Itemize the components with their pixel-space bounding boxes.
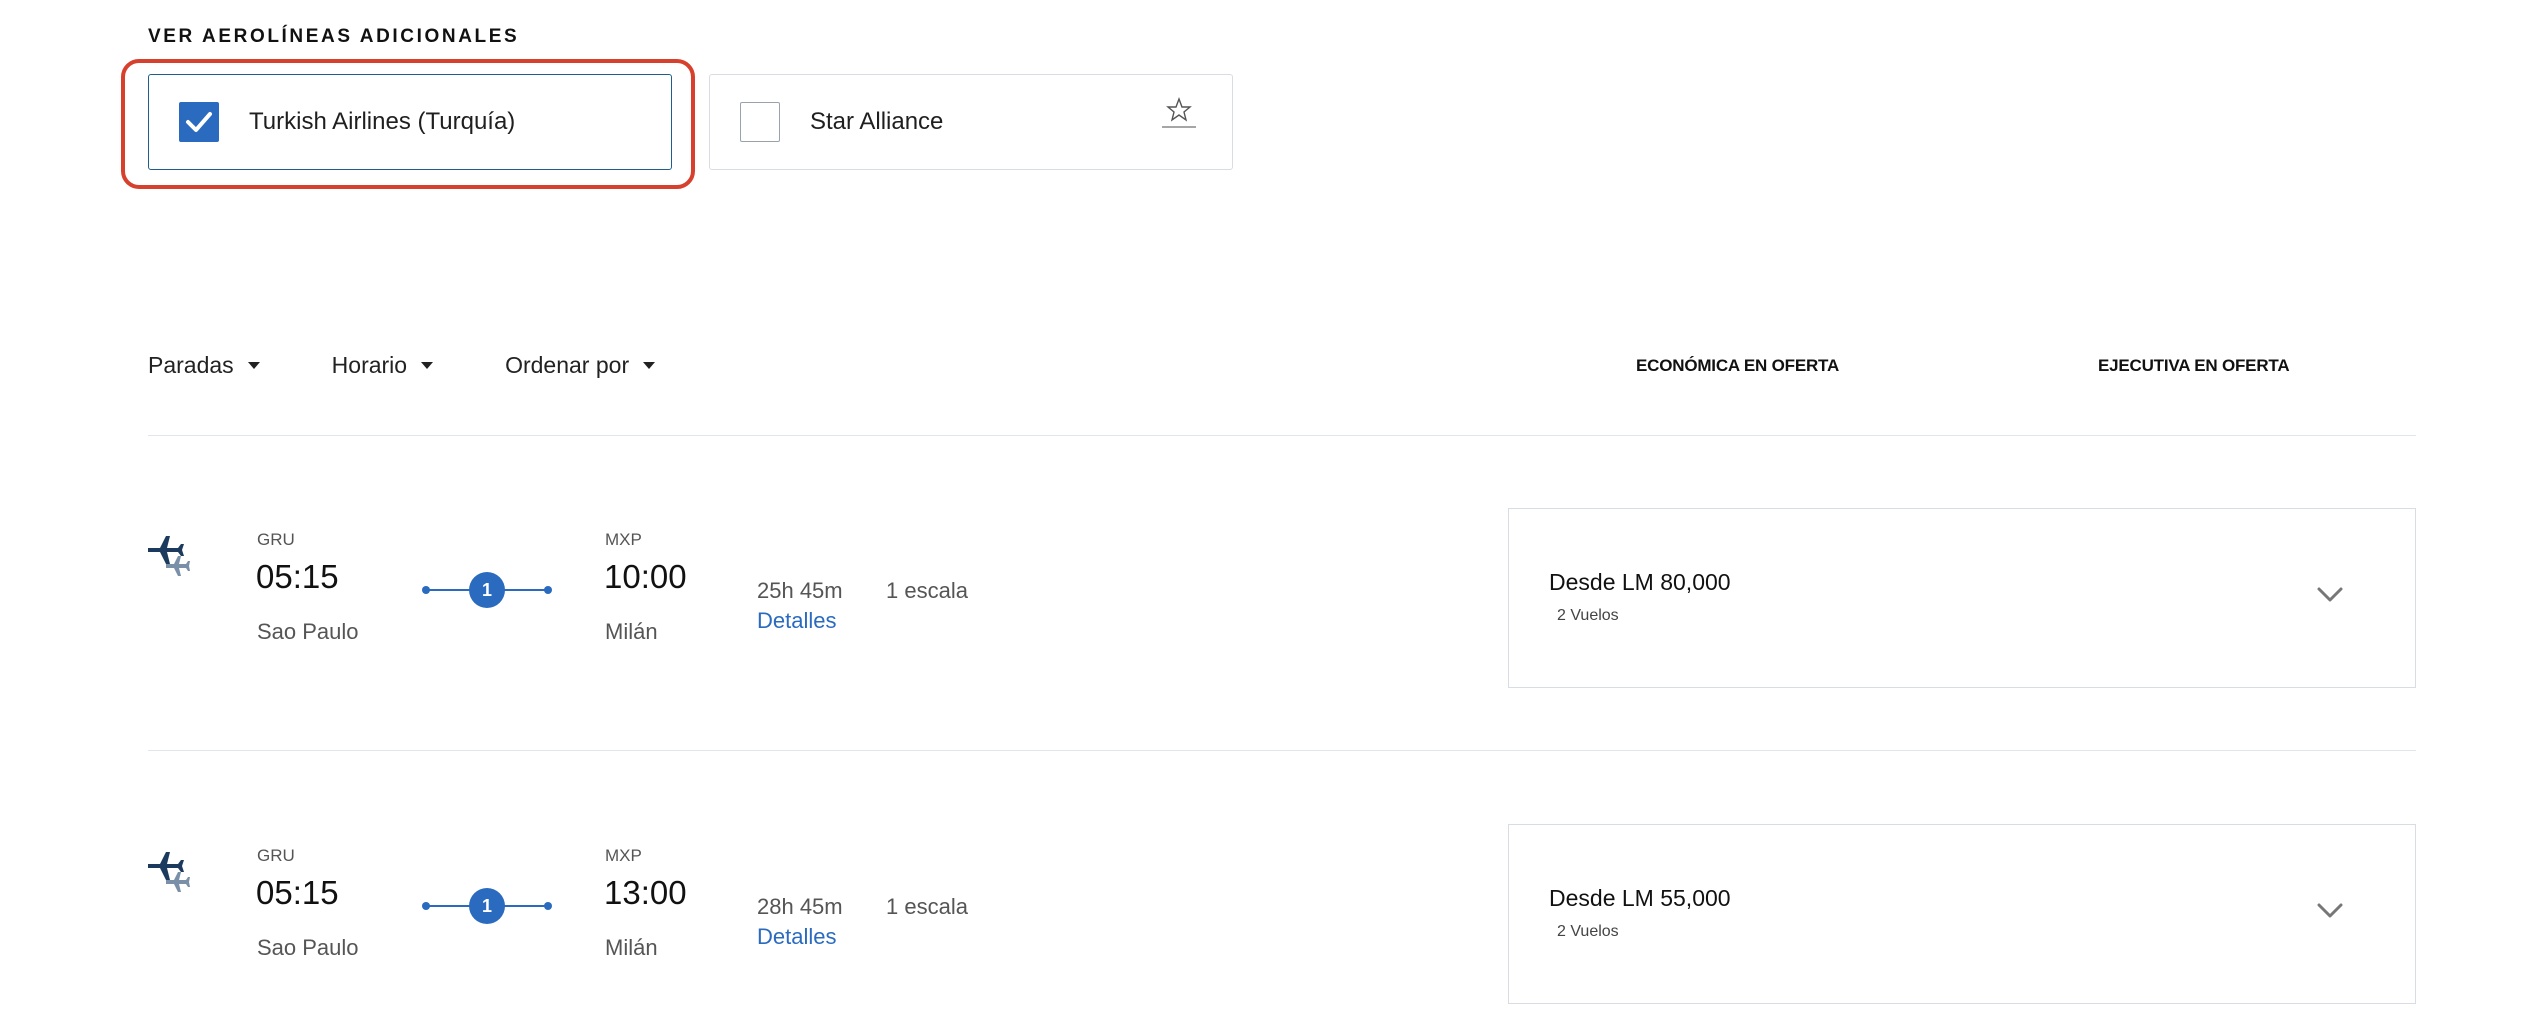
divider xyxy=(148,435,2416,436)
flight-row: GRU 05:15 Sao Paulo 1 MXP 10:00 Milán 25… xyxy=(0,508,2546,698)
arrive-time: 13:00 xyxy=(604,874,687,911)
caret-down-icon xyxy=(247,362,260,369)
dest-city: Milán xyxy=(605,935,658,960)
stops-label: 1 escala xyxy=(886,894,968,919)
star-alliance-logo xyxy=(1162,97,1196,128)
fare-flight-count: 2 Vuelos xyxy=(1557,923,1619,940)
dest-city: Milán xyxy=(605,619,658,644)
stops-indicator: 1 xyxy=(422,888,552,924)
column-header-executive[interactable]: EJECUTIVA EN OFERTA xyxy=(2098,356,2290,376)
section-title: VER AEROLÍNEAS ADICIONALES xyxy=(148,26,520,47)
stops-count: 1 xyxy=(482,580,492,600)
details-link[interactable]: Detalles xyxy=(757,608,836,634)
depart-time: 05:15 xyxy=(256,874,339,911)
fare-price: Desde LM 55,000 xyxy=(1549,885,1731,911)
filter-paradas[interactable]: Paradas xyxy=(148,352,260,379)
stops-count: 1 xyxy=(482,896,492,916)
origin-city: Sao Paulo xyxy=(257,619,359,644)
filter-horario[interactable]: Horario xyxy=(331,352,434,379)
fare-flight-count: 2 Vuelos xyxy=(1557,607,1619,624)
dest-code: MXP xyxy=(605,846,642,865)
checkmark-icon xyxy=(186,112,212,132)
airline-option-star-alliance[interactable]: Star Alliance xyxy=(709,74,1233,170)
airline-option-turkish[interactable]: Turkish Airlines (Turquía) xyxy=(148,74,672,170)
flight-duration: 28h 45m xyxy=(757,894,843,919)
origin-city: Sao Paulo xyxy=(257,935,359,960)
airline-label-star-alliance: Star Alliance xyxy=(810,108,944,135)
filter-bar: Paradas Horario Ordenar por xyxy=(148,352,727,379)
turkish-checkbox[interactable] xyxy=(179,102,219,142)
stops-indicator: 1 xyxy=(422,572,552,608)
arrive-time: 10:00 xyxy=(604,558,687,595)
airplane-icon xyxy=(148,852,190,892)
filter-label: Ordenar por xyxy=(505,352,630,378)
economy-fare-box[interactable]: Desde LM 55,000 2 Vuelos xyxy=(1508,824,2416,1004)
divider xyxy=(148,750,2416,751)
airline-label-turkish: Turkish Airlines (Turquía) xyxy=(249,108,516,135)
stops-label: 1 escala xyxy=(886,578,968,603)
caret-down-icon xyxy=(643,362,656,369)
depart-time: 05:15 xyxy=(256,558,339,595)
filter-label: Paradas xyxy=(148,352,234,378)
economy-fare-box[interactable]: Desde LM 80,000 2 Vuelos xyxy=(1508,508,2416,688)
origin-code: GRU xyxy=(257,530,295,549)
origin-code: GRU xyxy=(257,846,295,865)
details-link[interactable]: Detalles xyxy=(757,924,836,950)
chevron-down-icon[interactable] xyxy=(2317,587,2343,603)
fare-price: Desde LM 80,000 xyxy=(1549,569,1731,595)
star-alliance-checkbox[interactable] xyxy=(740,102,780,142)
flight-row: GRU 05:15 Sao Paulo 1 MXP 13:00 Milán 28… xyxy=(0,824,2546,1014)
caret-down-icon xyxy=(421,362,434,369)
chevron-down-icon[interactable] xyxy=(2317,903,2343,919)
flight-duration: 25h 45m xyxy=(757,578,843,603)
filter-label: Horario xyxy=(331,352,408,378)
column-header-economy[interactable]: ECONÓMICA EN OFERTA xyxy=(1636,356,1839,376)
filter-ordenar[interactable]: Ordenar por xyxy=(505,352,656,379)
airplane-icon xyxy=(148,536,190,576)
dest-code: MXP xyxy=(605,530,642,549)
